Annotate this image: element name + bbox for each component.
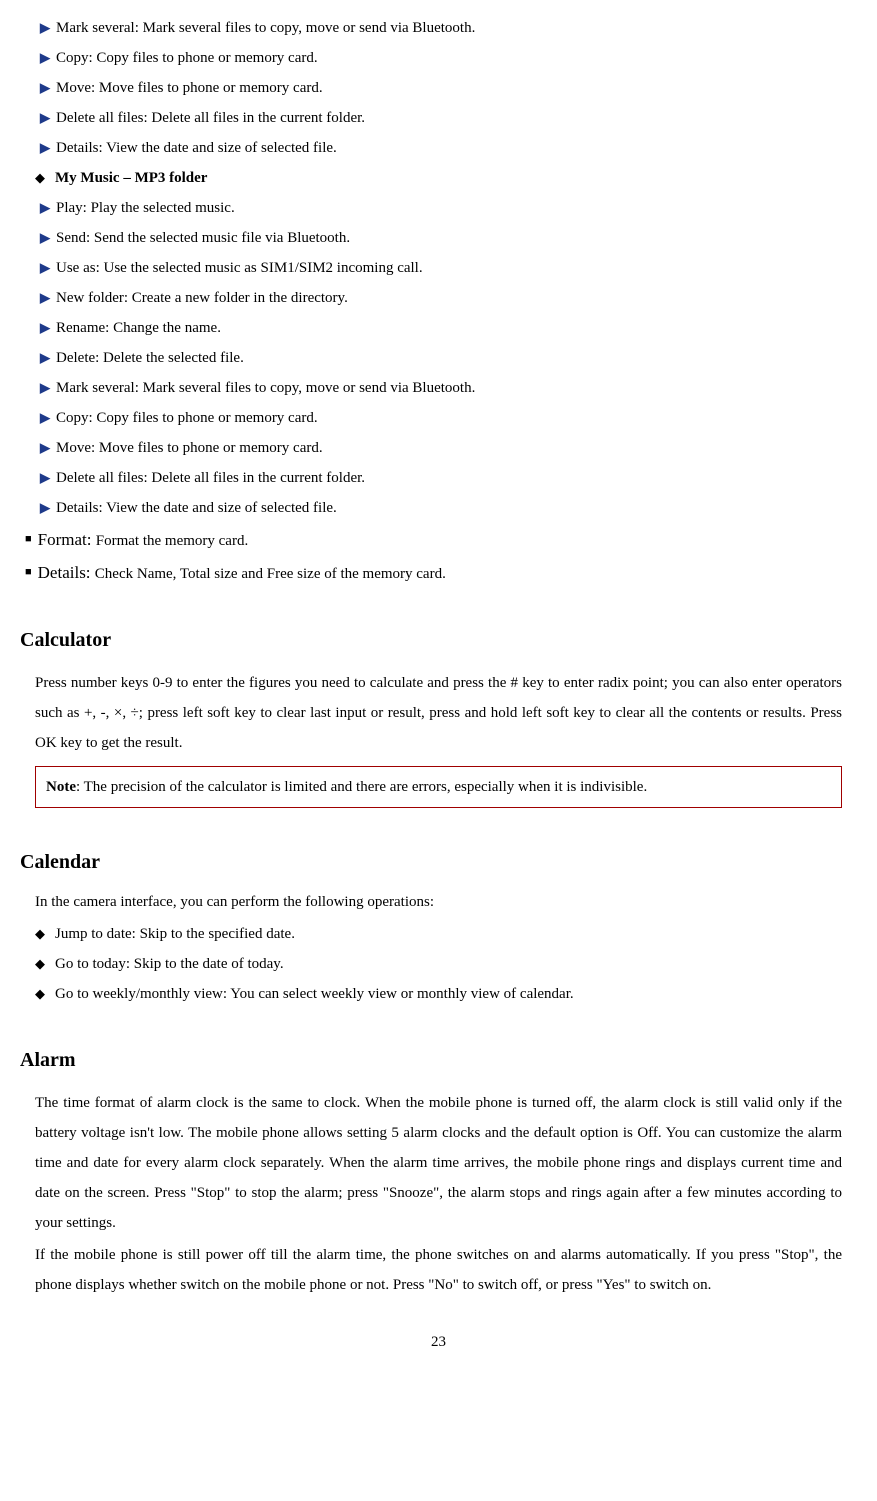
- page-number: 23: [20, 1330, 857, 1354]
- list-item: ◆ Go to today: Skip to the date of today…: [35, 952, 857, 976]
- calendar-intro: In the camera interface, you can perform…: [35, 890, 842, 914]
- item-text: Jump to date: Skip to the specified date…: [55, 922, 295, 946]
- item-text: Use as: Use the selected music as SIM1/S…: [56, 256, 423, 280]
- list-item: ▶ Move: Move files to phone or memory ca…: [40, 76, 857, 100]
- list-item: ▶ Send: Send the selected music file via…: [40, 226, 857, 250]
- square-icon: ■: [25, 531, 32, 549]
- note-body: : The precision of the calculator is lim…: [76, 779, 647, 795]
- arrow-icon: ▶: [40, 18, 50, 39]
- item-text: Details: View the date and size of selec…: [56, 496, 337, 520]
- item-text: Move: Move files to phone or memory card…: [56, 76, 323, 100]
- arrow-icon: ▶: [40, 498, 50, 519]
- arrow-icon: ▶: [40, 438, 50, 459]
- square-item-details: ■ Details: Check Name, Total size and Fr…: [25, 559, 857, 586]
- note-label: Note: [46, 779, 76, 795]
- alarm-paragraph-2: If the mobile phone is still power off t…: [35, 1240, 842, 1300]
- list-item: ▶ Details: View the date and size of sel…: [40, 136, 857, 160]
- format-desc: Format the memory card.: [96, 533, 248, 549]
- list-item: ▶ Mark several: Mark several files to co…: [40, 16, 857, 40]
- square-item-format: ■ Format: Format the memory card.: [25, 526, 857, 553]
- list-item: ▶ New folder: Create a new folder in the…: [40, 286, 857, 310]
- list-item: ▶ Rename: Change the name.: [40, 316, 857, 340]
- arrow-icon: ▶: [40, 78, 50, 99]
- subsection-heading: ◆ My Music – MP3 folder: [35, 166, 857, 190]
- arrow-icon: ▶: [40, 348, 50, 369]
- arrow-icon: ▶: [40, 288, 50, 309]
- section-calculator: Calculator: [20, 624, 857, 656]
- list-item: ▶ Move: Move files to phone or memory ca…: [40, 436, 857, 460]
- item-text: Delete all files: Delete all files in th…: [56, 106, 365, 130]
- item-text: Copy: Copy files to phone or memory card…: [56, 406, 318, 430]
- list-item: ▶ Delete: Delete the selected file.: [40, 346, 857, 370]
- item-text: Mark several: Mark several files to copy…: [56, 376, 475, 400]
- item-text: Delete: Delete the selected file.: [56, 346, 244, 370]
- format-label: Format:: [38, 530, 96, 549]
- diamond-icon: ◆: [35, 168, 45, 189]
- item-text: Go to today: Skip to the date of today.: [55, 952, 284, 976]
- item-text: Copy: Copy files to phone or memory card…: [56, 46, 318, 70]
- list-item: ▶ Mark several: Mark several files to co…: [40, 376, 857, 400]
- diamond-icon: ◆: [35, 954, 45, 975]
- arrow-icon: ▶: [40, 108, 50, 129]
- list-item: ▶ Copy: Copy files to phone or memory ca…: [40, 46, 857, 70]
- item-text: Play: Play the selected music.: [56, 196, 235, 220]
- arrow-icon: ▶: [40, 378, 50, 399]
- item-text: Delete all files: Delete all files in th…: [56, 466, 365, 490]
- list-item: ◆ Jump to date: Skip to the specified da…: [35, 922, 857, 946]
- section-alarm: Alarm: [20, 1044, 857, 1076]
- details-desc: Check Name, Total size and Free size of …: [95, 566, 446, 582]
- arrow-icon: ▶: [40, 468, 50, 489]
- arrow-icon: ▶: [40, 318, 50, 339]
- alarm-paragraph-1: The time format of alarm clock is the sa…: [35, 1088, 842, 1238]
- heading-text: My Music – MP3 folder: [55, 166, 207, 190]
- arrow-icon: ▶: [40, 138, 50, 159]
- item-text: Send: Send the selected music file via B…: [56, 226, 350, 250]
- list-item: ▶ Play: Play the selected music.: [40, 196, 857, 220]
- item-text: Go to weekly/monthly view: You can selec…: [55, 982, 574, 1006]
- list-item: ▶ Delete all files: Delete all files in …: [40, 466, 857, 490]
- section-calendar: Calendar: [20, 846, 857, 878]
- arrow-icon: ▶: [40, 48, 50, 69]
- item-text: New folder: Create a new folder in the d…: [56, 286, 348, 310]
- note-box: Note: The precision of the calculator is…: [35, 766, 842, 808]
- diamond-icon: ◆: [35, 984, 45, 1005]
- item-text: Mark several: Mark several files to copy…: [56, 16, 475, 40]
- calculator-body: Press number keys 0-9 to enter the figur…: [35, 668, 842, 758]
- list-item: ◆ Go to weekly/monthly view: You can sel…: [35, 982, 857, 1006]
- arrow-icon: ▶: [40, 228, 50, 249]
- arrow-icon: ▶: [40, 258, 50, 279]
- arrow-icon: ▶: [40, 198, 50, 219]
- item-text: Rename: Change the name.: [56, 316, 221, 340]
- list-item: ▶ Details: View the date and size of sel…: [40, 496, 857, 520]
- list-item: ▶ Use as: Use the selected music as SIM1…: [40, 256, 857, 280]
- diamond-icon: ◆: [35, 924, 45, 945]
- item-text: Details: View the date and size of selec…: [56, 136, 337, 160]
- square-icon: ■: [25, 564, 32, 582]
- details-label: Details:: [38, 563, 95, 582]
- list-item: ▶ Copy: Copy files to phone or memory ca…: [40, 406, 857, 430]
- arrow-icon: ▶: [40, 408, 50, 429]
- list-item: ▶ Delete all files: Delete all files in …: [40, 106, 857, 130]
- item-text: Move: Move files to phone or memory card…: [56, 436, 323, 460]
